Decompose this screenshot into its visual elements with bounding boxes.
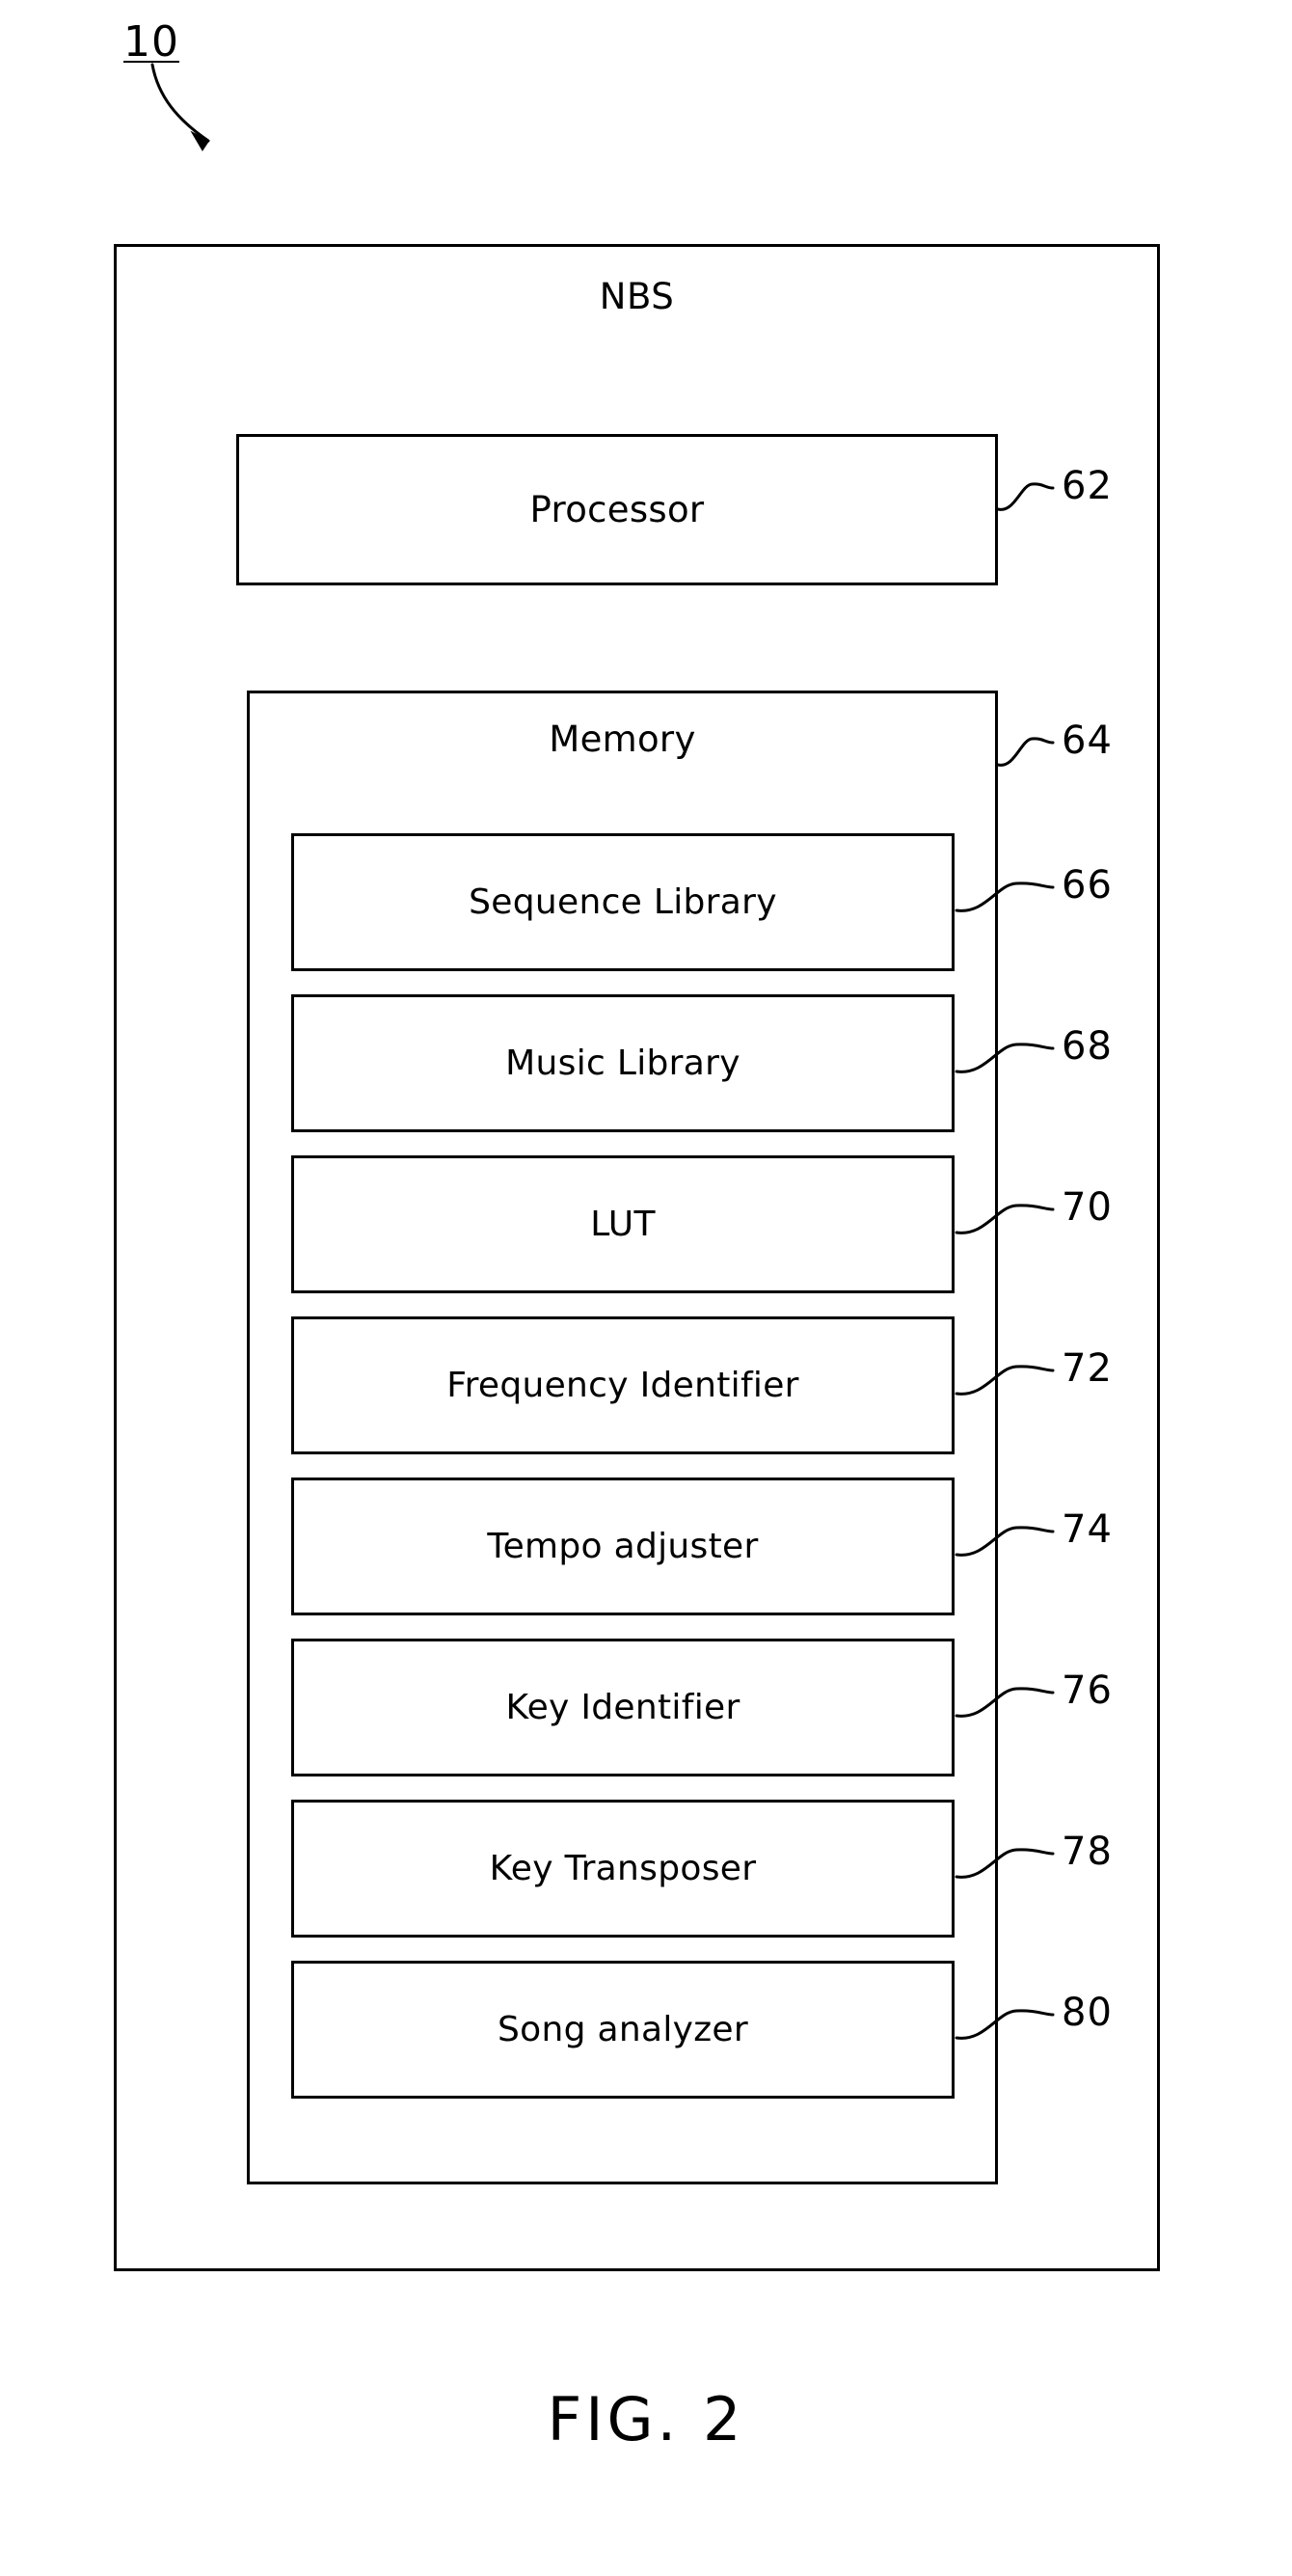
memory-module-block: Key Identifier <box>291 1639 955 1776</box>
processor-reference-numeral: 62 <box>1062 464 1113 508</box>
memory-block-label: Memory <box>549 719 696 760</box>
processor-block: Processor <box>236 434 998 585</box>
memory-module-reference-numeral: 68 <box>1062 1023 1113 1069</box>
memory-module-label: Music Library <box>505 1044 740 1083</box>
memory-module-reference-numeral: 70 <box>1062 1184 1113 1230</box>
system-reference-arrow-icon <box>150 63 210 151</box>
memory-module-label: Tempo adjuster <box>487 1527 759 1566</box>
memory-module-label: Key Transposer <box>489 1849 757 1888</box>
memory-module-block: Frequency Identifier <box>291 1316 955 1454</box>
memory-module-block: Music Library <box>291 994 955 1132</box>
memory-module-block: Tempo adjuster <box>291 1478 955 1615</box>
system-reference-label: 10 <box>123 17 179 67</box>
memory-module-reference-numeral: 80 <box>1062 1990 1113 2035</box>
memory-module-reference-numeral: 74 <box>1062 1506 1113 1552</box>
memory-module-block: Song analyzer <box>291 1961 955 2099</box>
memory-module-block: Sequence Library <box>291 833 955 971</box>
memory-module-block: LUT <box>291 1155 955 1293</box>
memory-module-reference-numeral: 66 <box>1062 862 1113 908</box>
memory-module-reference-numeral: 78 <box>1062 1829 1113 1874</box>
memory-module-reference-numeral: 72 <box>1062 1345 1113 1391</box>
memory-module-block: Key Transposer <box>291 1800 955 1938</box>
processor-block-label: Processor <box>529 489 705 530</box>
memory-reference-numeral: 64 <box>1062 719 1113 763</box>
memory-module-label: LUT <box>590 1205 656 1244</box>
patent-figure: 10 NBS Processor Memory Sequence Library… <box>0 0 1292 2576</box>
nbs-block-label: NBS <box>599 276 675 317</box>
figure-caption: FIG. 2 <box>547 2384 745 2454</box>
memory-module-label: Song analyzer <box>498 2010 748 2049</box>
memory-module-reference-numeral: 76 <box>1062 1668 1113 1713</box>
memory-module-label: Key Identifier <box>505 1688 740 1727</box>
memory-module-label: Sequence Library <box>469 882 777 922</box>
memory-module-label: Frequency Identifier <box>446 1366 799 1405</box>
